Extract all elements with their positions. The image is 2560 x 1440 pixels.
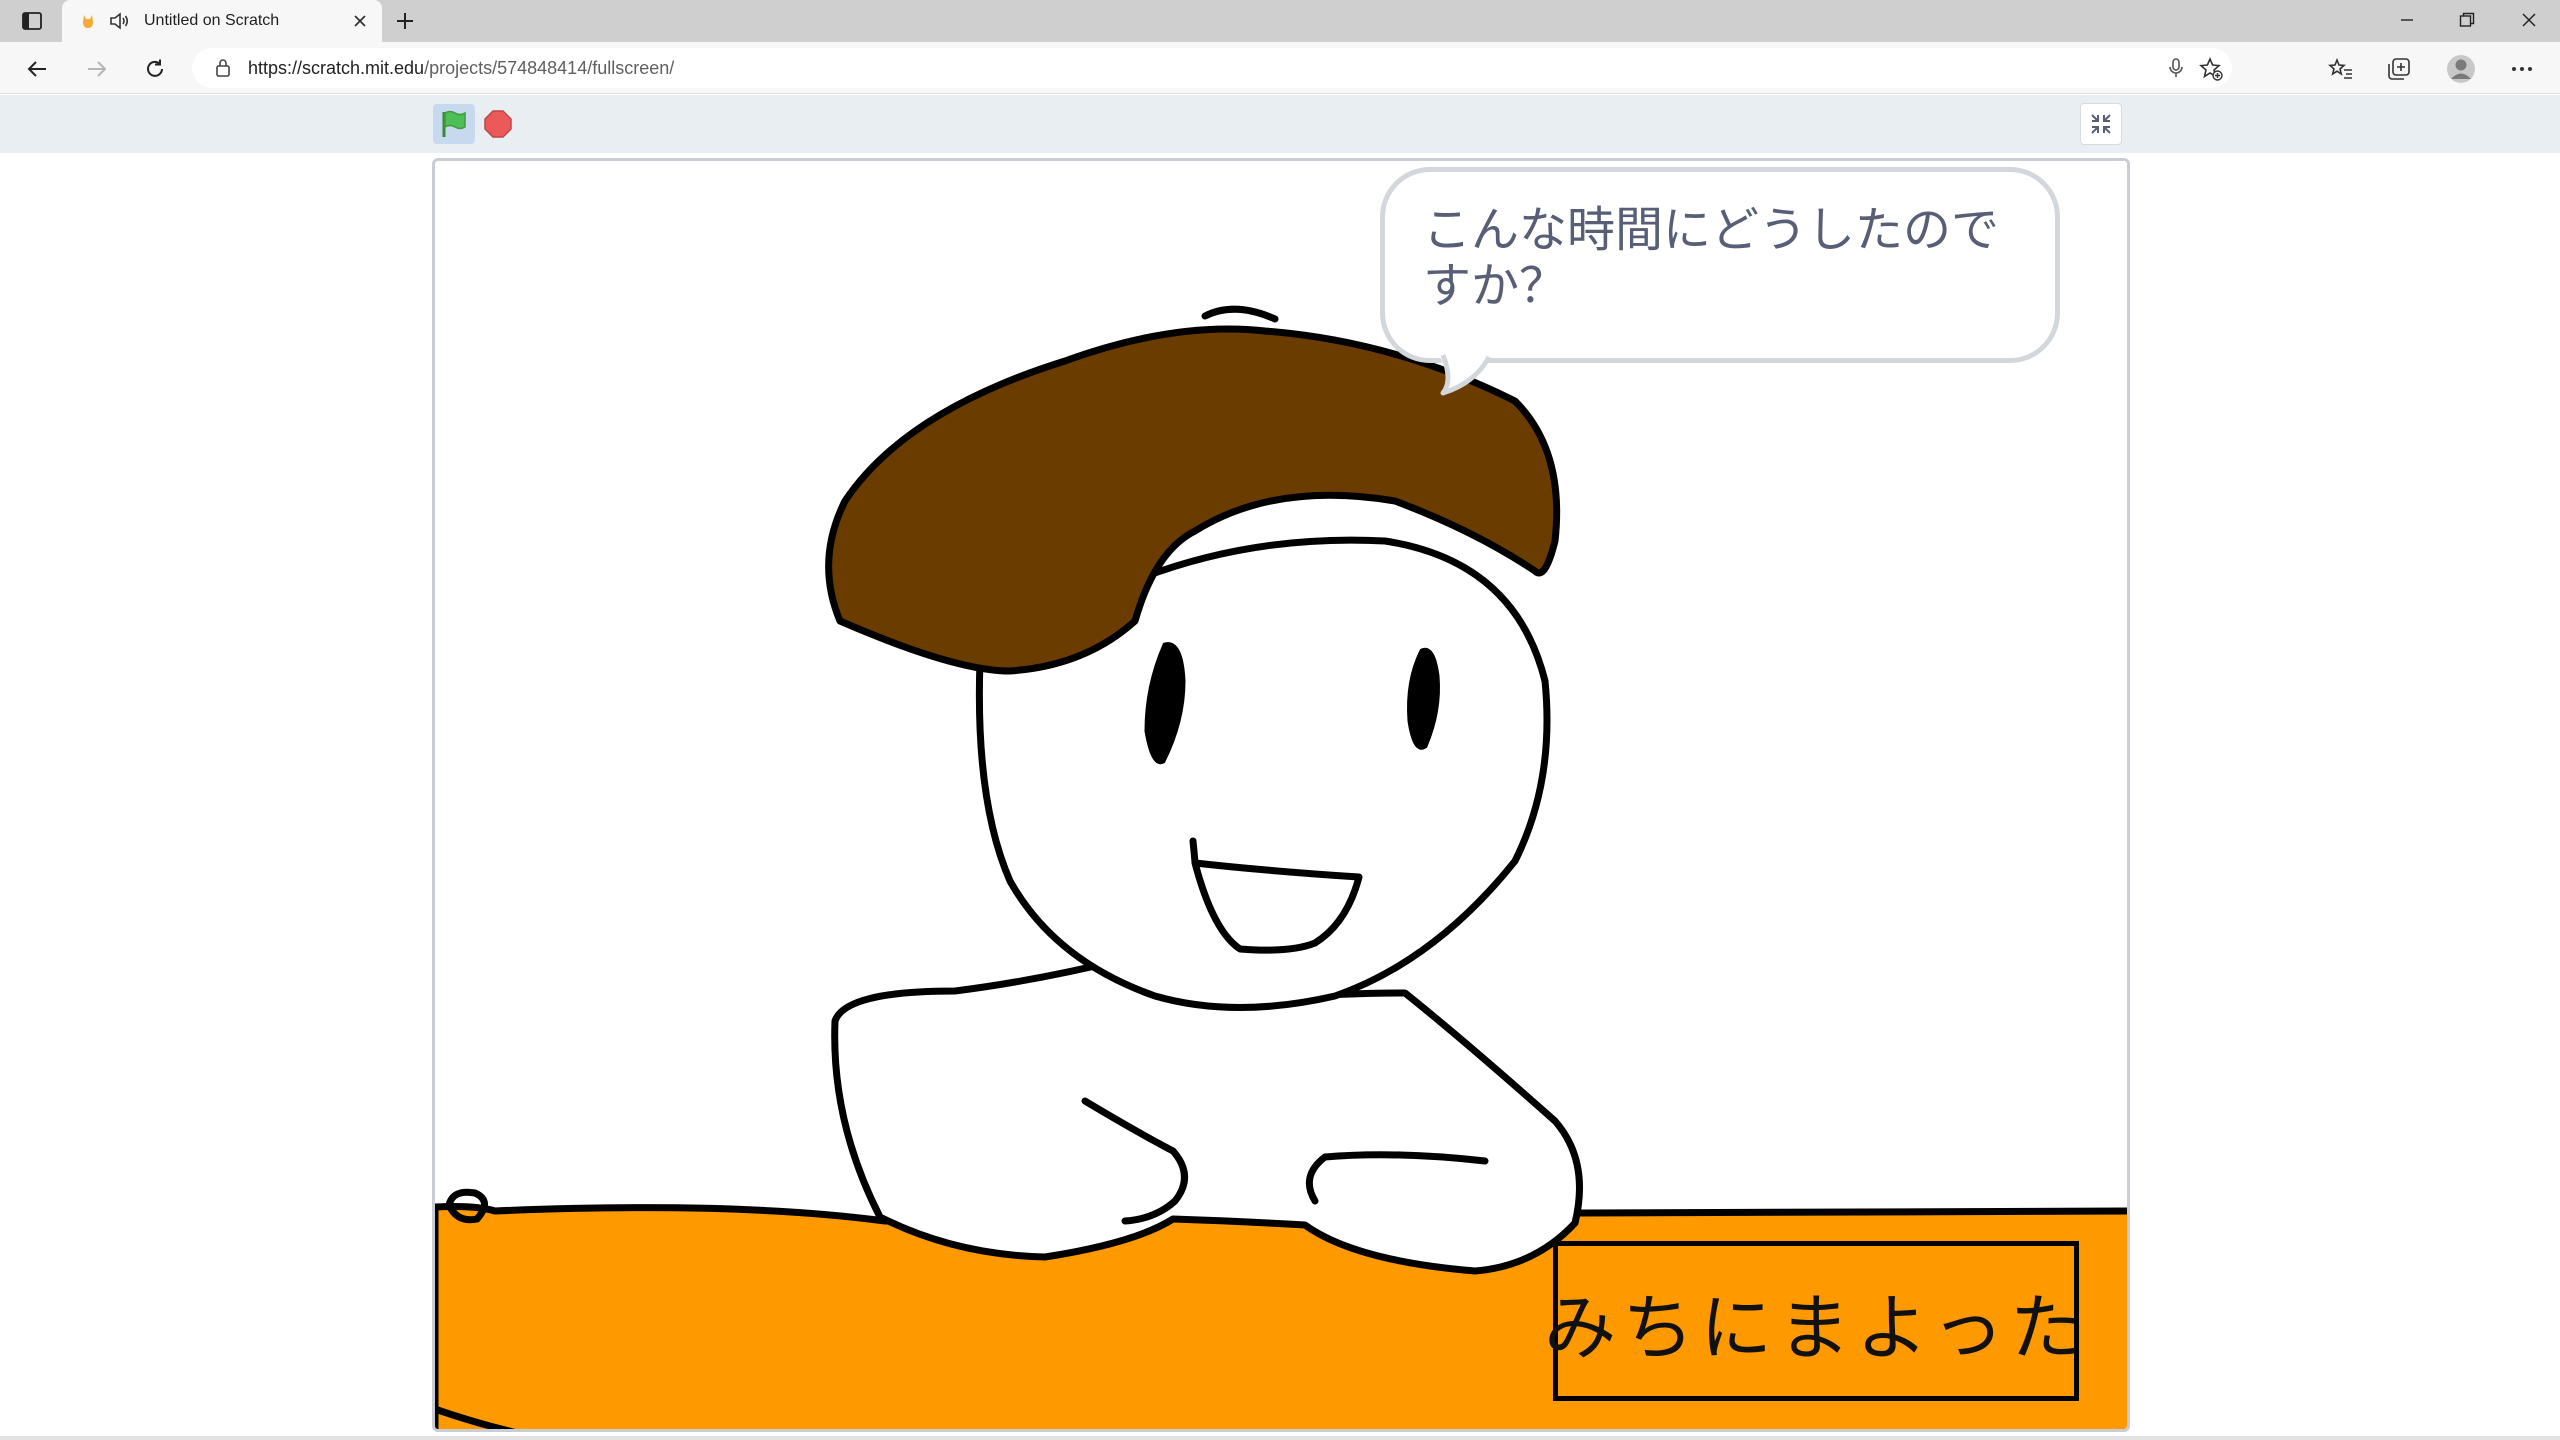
url-path: /projects/574848414/fullscreen/ xyxy=(424,57,675,78)
plus-icon xyxy=(397,13,413,29)
page-bottom-edge xyxy=(0,1436,2560,1440)
restore-icon xyxy=(2459,12,2475,27)
collections-icon xyxy=(2388,58,2410,80)
green-flag-icon xyxy=(442,110,466,137)
forward-button[interactable] xyxy=(80,52,114,86)
back-icon xyxy=(27,61,46,77)
favorites-button[interactable] xyxy=(2324,52,2358,86)
profile-button[interactable] xyxy=(2444,52,2478,86)
forward-icon xyxy=(88,61,107,77)
lock-icon[interactable] xyxy=(212,57,234,79)
close-tab-icon[interactable] xyxy=(348,9,372,33)
tab-strip: Untitled on Scratch xyxy=(0,0,2560,42)
more-icon xyxy=(2512,67,2532,71)
exit-fullscreen-button[interactable] xyxy=(2080,103,2122,145)
story-text-box: みちにまよった xyxy=(1544,1241,2082,1401)
close-window-button[interactable] xyxy=(2500,0,2558,40)
speech-bubble-tail xyxy=(1437,351,1493,396)
new-tab-button[interactable] xyxy=(390,7,420,35)
speaker-icon[interactable] xyxy=(108,9,132,33)
address-bar[interactable]: https://scratch.mit.edu/projects/5748484… xyxy=(192,48,2232,88)
add-favorite-icon[interactable] xyxy=(2198,56,2224,82)
profile-icon xyxy=(2447,55,2475,83)
refresh-icon xyxy=(147,59,163,77)
url-text: https://scratch.mit.edu/projects/5748484… xyxy=(248,58,674,79)
speech-bubble: こんな時間にどうしたのですか？ xyxy=(1380,167,2060,363)
browser-toolbar: https://scratch.mit.edu/projects/5748484… xyxy=(0,42,2560,94)
collections-button[interactable] xyxy=(2382,52,2416,86)
minimize-icon xyxy=(2401,19,2413,21)
restore-button[interactable] xyxy=(2438,0,2496,40)
refresh-button[interactable] xyxy=(138,52,172,86)
back-button[interactable] xyxy=(20,52,54,86)
url-host: https://scratch.mit.edu xyxy=(248,57,425,78)
green-flag-button[interactable] xyxy=(433,104,475,144)
stop-button[interactable] xyxy=(478,104,518,144)
exit-fullscreen-icon xyxy=(2091,114,2111,134)
scratch-controls-bar xyxy=(0,95,2560,153)
microphone-icon[interactable] xyxy=(2164,56,2188,80)
tab-actions-button[interactable] xyxy=(14,8,50,34)
stop-sign-icon xyxy=(484,110,512,138)
browser-tab[interactable]: Untitled on Scratch xyxy=(62,0,382,42)
favorites-icon xyxy=(2328,57,2352,79)
more-button[interactable] xyxy=(2505,52,2539,86)
tab-title: Untitled on Scratch xyxy=(144,12,280,29)
tab-actions-icon xyxy=(22,12,42,30)
hair-tuft xyxy=(1201,305,1279,323)
scratch-cat-icon xyxy=(80,13,96,29)
scratch-stage[interactable]: こんな時間にどうしたのですか？ みちにまよった xyxy=(432,158,2130,1432)
close-icon xyxy=(2522,13,2536,27)
minimize-button[interactable] xyxy=(2378,0,2436,40)
